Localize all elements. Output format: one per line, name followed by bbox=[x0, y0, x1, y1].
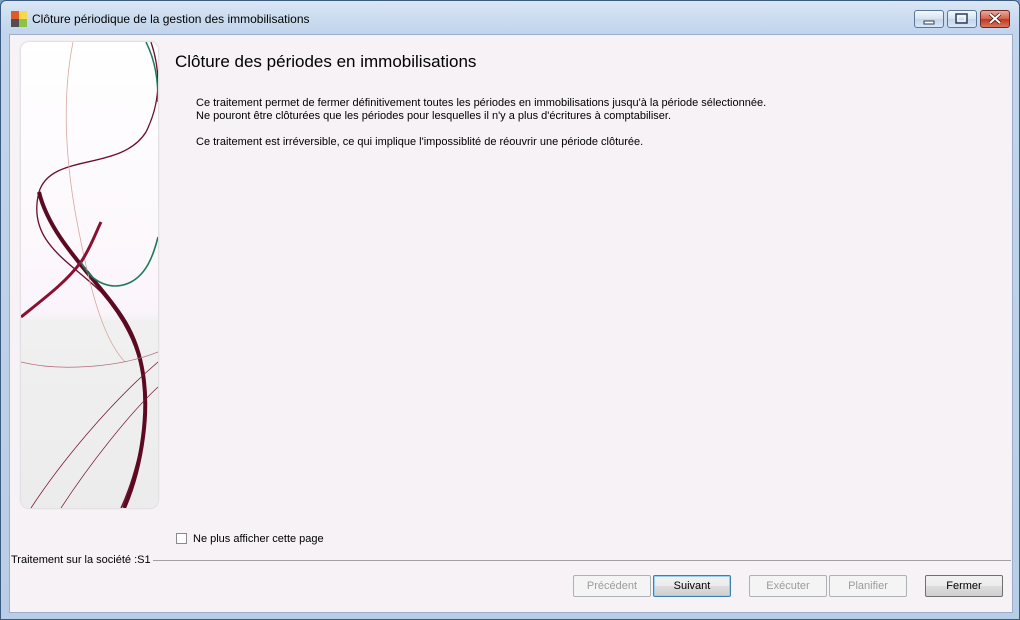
wizard-client-area: Clôture des périodes en immobilisations … bbox=[9, 34, 1013, 613]
hide-page-label[interactable]: Ne plus afficher cette page bbox=[193, 533, 324, 545]
decorative-curves bbox=[21, 42, 158, 508]
minimize-icon bbox=[923, 20, 935, 25]
status-separator bbox=[11, 560, 1011, 561]
next-button[interactable]: Suivant bbox=[653, 575, 731, 597]
hide-page-checkbox[interactable] bbox=[176, 533, 187, 544]
close-icon bbox=[988, 12, 1002, 25]
app-icon bbox=[11, 11, 27, 27]
close-button[interactable]: Fermer bbox=[925, 575, 1003, 597]
previous-button[interactable]: Précédent bbox=[573, 575, 651, 597]
window-title: Clôture périodique de la gestion des imm… bbox=[32, 12, 310, 26]
app-window: Clôture périodique de la gestion des imm… bbox=[0, 0, 1020, 620]
page-title: Clôture des périodes en immobilisations bbox=[175, 52, 477, 71]
description-line-2: Ne pouront être clôturées que les périod… bbox=[196, 110, 672, 122]
decorative-side-panel bbox=[21, 42, 158, 508]
close-window-button[interactable] bbox=[980, 10, 1010, 28]
title-bar[interactable]: Clôture périodique de la gestion des imm… bbox=[1, 1, 1019, 35]
schedule-button[interactable]: Planifier bbox=[829, 575, 907, 597]
maximize-icon bbox=[955, 13, 968, 24]
description-line-3: Ce traitement est irréversible, ce qui i… bbox=[196, 136, 644, 148]
maximize-button[interactable] bbox=[947, 10, 977, 28]
description-line-1: Ce traitement permet de fermer définitiv… bbox=[196, 97, 767, 109]
status-company: Traitement sur la société :S1 bbox=[11, 554, 153, 566]
execute-button[interactable]: Exécuter bbox=[749, 575, 827, 597]
minimize-button[interactable] bbox=[914, 10, 944, 28]
